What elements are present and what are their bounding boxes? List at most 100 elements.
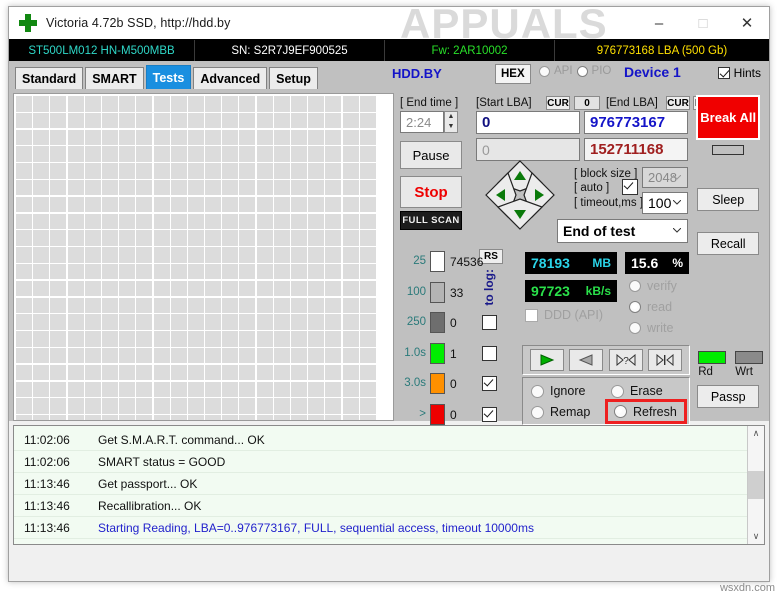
surface-map-cell [222, 280, 239, 297]
mode-verify[interactable]: verify [629, 279, 677, 293]
ignore-radio[interactable] [531, 384, 544, 398]
end-lba-secondary-field[interactable]: 152711168 [584, 138, 688, 161]
surface-map-cell [256, 314, 273, 330]
surface-map-cell [16, 230, 32, 246]
surface-map-cell [359, 247, 376, 263]
break-all-button[interactable]: Break All [696, 95, 761, 140]
read-radio[interactable] [629, 301, 641, 313]
start-lba-zero-button[interactable]: 0 [574, 96, 600, 110]
surface-map-cell [33, 146, 50, 162]
surface-map-cell [153, 96, 170, 112]
surface-map-cell [256, 146, 273, 162]
ddd-api-checkbox[interactable] [525, 308, 538, 322]
surface-map-cell [325, 146, 342, 162]
tab-standard[interactable]: Standard [15, 67, 84, 89]
hints-checkbox[interactable] [717, 67, 730, 79]
passp-button[interactable]: Passp [697, 385, 760, 408]
pio-radio[interactable] [576, 65, 588, 77]
mode-write[interactable]: write [629, 321, 673, 335]
start-lba-cur-button[interactable]: CUR [546, 96, 570, 110]
transport-reverse-button[interactable] [569, 349, 604, 371]
transport-play-button[interactable] [529, 349, 564, 371]
error-action-ignore[interactable]: Ignore [531, 384, 585, 398]
on-finish-combo[interactable]: End of test [557, 219, 688, 243]
error-action-erase[interactable]: Erase [611, 384, 663, 398]
refresh-radio[interactable] [614, 405, 627, 418]
surface-map-cell [308, 230, 325, 246]
error-action-refresh[interactable]: Refresh [605, 399, 687, 424]
remap-radio[interactable] [531, 405, 544, 419]
verify-radio[interactable] [629, 280, 641, 292]
tab-smart[interactable]: SMART [85, 67, 144, 89]
mode-read[interactable]: read [629, 300, 672, 314]
surface-map-cell [67, 179, 84, 196]
surface-map-cell [119, 96, 136, 112]
api-radio[interactable] [539, 65, 550, 77]
surface-map-cell [205, 179, 222, 196]
pause-button[interactable]: Pause [400, 141, 462, 169]
full-scan-button[interactable]: FULL SCAN [400, 211, 462, 230]
end-time-spinner[interactable]: ▲ ▼ [444, 111, 458, 133]
end-lba-input[interactable]: 976773167 [584, 111, 688, 134]
maximize-button[interactable]: □ [681, 7, 725, 39]
end-time-label: [ End time ] [400, 97, 459, 109]
transport-seek-end-button[interactable] [648, 349, 683, 371]
minimize-button[interactable]: – [637, 7, 681, 39]
write-radio[interactable] [629, 322, 641, 334]
surface-map-cell [67, 280, 84, 297]
surface-map-cell [239, 314, 256, 330]
surface-map-cell [101, 96, 118, 112]
transport-random-button[interactable]: ? [608, 349, 643, 371]
surface-map-cell [101, 364, 118, 381]
log-scrollbar[interactable]: ∧ ∨ [747, 426, 764, 544]
timeout-combo[interactable]: 100 [642, 192, 688, 214]
counter-to-log-checkbox[interactable] [482, 376, 497, 391]
tab-setup[interactable]: Setup [269, 67, 318, 89]
counter-to-log-checkbox[interactable] [482, 345, 497, 361]
surface-map-cell [67, 213, 84, 230]
hddby-link[interactable]: HDD.BY [392, 66, 442, 81]
surface-map-cell [119, 415, 136, 420]
sleep-button[interactable]: Sleep [697, 188, 760, 211]
stop-button[interactable]: Stop [400, 176, 462, 208]
surface-map-cell [239, 230, 256, 246]
close-button[interactable]: ✕ [725, 7, 769, 39]
surface-map-cell [153, 280, 170, 297]
hints-toggle[interactable]: Hints [717, 66, 761, 80]
scroll-up-arrow[interactable]: ∧ [753, 426, 760, 439]
start-lba-input[interactable]: 0 [476, 111, 580, 134]
counter-to-log-checkbox[interactable] [482, 315, 497, 330]
hex-button[interactable]: HEX [495, 64, 531, 84]
counter-value: 0 [450, 316, 457, 330]
auto-blocksize-checkbox[interactable] [622, 179, 638, 195]
surface-map-cell [256, 213, 273, 230]
surface-map-cell [256, 112, 273, 129]
tab-advanced[interactable]: Advanced [193, 67, 268, 89]
surface-map-cell [273, 398, 290, 414]
tab-tests[interactable]: Tests [145, 65, 192, 89]
surface-map-cell [239, 398, 256, 414]
surface-map-cell [170, 263, 187, 280]
block-size-combo[interactable]: 2048 [642, 167, 688, 188]
surface-map-cell [136, 364, 153, 381]
surface-map-cell [205, 364, 222, 381]
surface-map-cell [101, 381, 118, 398]
surface-map-cell [308, 415, 325, 420]
counter-to-log-checkbox[interactable] [482, 406, 497, 422]
error-action-remap[interactable]: Remap [531, 405, 590, 419]
scrollbar-thumb[interactable] [748, 471, 764, 499]
surface-map-cell [222, 331, 239, 347]
end-lba-cur-button[interactable]: CUR [666, 96, 690, 110]
surface-map-cell [187, 398, 204, 414]
surface-map-cell [222, 129, 239, 146]
erase-radio[interactable] [611, 384, 624, 398]
ddd-api-toggle[interactable]: DDD (API) [525, 308, 603, 322]
recall-button[interactable]: Recall [697, 232, 760, 255]
end-time-field[interactable]: 2:24 [400, 111, 444, 133]
scroll-down-arrow[interactable]: ∨ [753, 531, 760, 544]
read-label: read [647, 300, 673, 314]
surface-map[interactable] [13, 93, 394, 421]
title-bar: Victoria 4.72b SSD, http://hdd.by – □ ✕ [9, 7, 769, 39]
surface-map-cell [273, 230, 290, 246]
device-serial: SN: S2R7J9EF900525 [195, 40, 385, 61]
